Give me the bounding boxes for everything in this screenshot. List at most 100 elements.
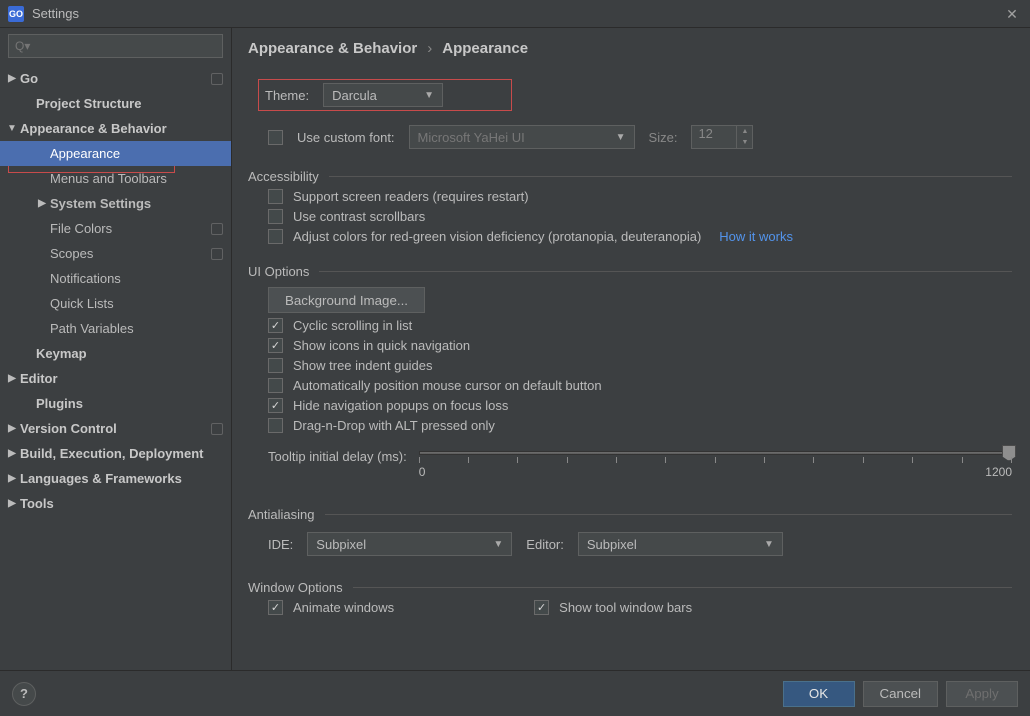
aa-editor-select[interactable]: Subpixel ▼: [578, 532, 783, 556]
use-custom-font-label: Use custom font:: [297, 130, 395, 145]
hide-popups-checkbox[interactable]: [268, 398, 283, 413]
section-accessibility: Accessibility: [248, 169, 1012, 184]
aa-editor-label: Editor:: [526, 537, 564, 552]
adjust-colors-checkbox[interactable]: [268, 229, 283, 244]
chevron-right-icon: ›: [427, 40, 432, 57]
show-toolbars-checkbox[interactable]: [534, 600, 549, 615]
help-button[interactable]: ?: [12, 682, 36, 706]
font-family-select[interactable]: Microsoft YaHei UI ▼: [409, 125, 635, 149]
tree-item-build[interactable]: ▶ Build, Execution, Deployment: [0, 441, 231, 466]
font-size-label: Size:: [649, 130, 678, 145]
tree-label: Build, Execution, Deployment: [20, 446, 203, 461]
theme-value: Darcula: [332, 88, 377, 103]
chevron-down-icon: ▼: [493, 539, 503, 550]
font-size-input[interactable]: 12: [691, 125, 737, 149]
animate-windows-label: Animate windows: [293, 600, 394, 615]
tree-item-version-control[interactable]: ▶ Version Control: [0, 416, 231, 441]
adjust-colors-label: Adjust colors for red-green vision defic…: [293, 229, 701, 244]
tree-item-quick-lists[interactable]: Quick Lists: [0, 291, 231, 316]
tree-label: Quick Lists: [50, 296, 114, 311]
tree-label: Go: [20, 71, 38, 86]
show-toolbars-label: Show tool window bars: [559, 600, 692, 615]
settings-sidebar: ▶ Go Project Structure ▼ Appearance & Be…: [0, 28, 232, 670]
tree-label: Languages & Frameworks: [20, 471, 182, 486]
font-size-stepper[interactable]: ▲▼: [737, 125, 753, 149]
quicknav-icons-label: Show icons in quick navigation: [293, 338, 470, 353]
dnd-alt-checkbox[interactable]: [268, 418, 283, 433]
tooltip-delay-slider[interactable]: 0 1200: [419, 447, 1012, 477]
auto-cursor-checkbox[interactable]: [268, 378, 283, 393]
breadcrumb-current: Appearance: [442, 40, 528, 57]
tree-label: Menus and Toolbars: [50, 171, 167, 186]
cyclic-scrolling-checkbox[interactable]: [268, 318, 283, 333]
apply-button[interactable]: Apply: [946, 681, 1018, 707]
settings-tree: ▶ Go Project Structure ▼ Appearance & Be…: [0, 66, 231, 516]
cancel-button[interactable]: Cancel: [863, 681, 939, 707]
tree-label: Notifications: [50, 271, 121, 286]
theme-highlight-box: Theme: Darcula ▼: [258, 79, 512, 111]
tree-item-lang-fw[interactable]: ▶ Languages & Frameworks: [0, 466, 231, 491]
aa-ide-select[interactable]: Subpixel ▼: [307, 532, 512, 556]
close-icon[interactable]: ✕: [1002, 4, 1022, 24]
section-title-text: Accessibility: [248, 169, 319, 184]
settings-main-panel: Appearance & Behavior › Appearance Theme…: [232, 28, 1030, 670]
tree-label: File Colors: [50, 221, 112, 236]
tree-label: Version Control: [20, 421, 117, 436]
titlebar: GO Settings ✕: [0, 0, 1030, 28]
tree-label: Tools: [20, 496, 54, 511]
tree-item-editor[interactable]: ▶ Editor: [0, 366, 231, 391]
auto-cursor-label: Automatically position mouse cursor on d…: [293, 378, 602, 393]
tree-item-path-variables[interactable]: Path Variables: [0, 316, 231, 341]
aa-ide-value: Subpixel: [316, 537, 366, 552]
section-ui-options: UI Options: [248, 264, 1012, 279]
tree-label: Path Variables: [50, 321, 134, 336]
theme-select[interactable]: Darcula ▼: [323, 83, 443, 107]
how-it-works-link[interactable]: How it works: [719, 229, 793, 244]
chevron-down-icon: ▼: [616, 132, 626, 143]
tree-label: Editor: [20, 371, 58, 386]
tree-item-notifications[interactable]: Notifications: [0, 266, 231, 291]
project-settings-icon: [211, 248, 223, 260]
use-custom-font-checkbox[interactable]: [268, 130, 283, 145]
tree-item-appearance[interactable]: Appearance: [0, 141, 231, 166]
tree-item-project-structure[interactable]: Project Structure: [0, 91, 231, 116]
tree-item-menus-toolbars[interactable]: Menus and Toolbars: [0, 166, 231, 191]
slider-max: 1200: [985, 465, 1012, 479]
tree-label: Appearance: [50, 146, 120, 161]
project-settings-icon: [211, 73, 223, 85]
breadcrumb-parent: Appearance & Behavior: [248, 40, 417, 57]
tooltip-delay-label: Tooltip initial delay (ms):: [268, 449, 407, 464]
chevron-right-icon: ▶: [6, 498, 18, 509]
font-family-value: Microsoft YaHei UI: [418, 130, 525, 145]
tree-item-scopes[interactable]: Scopes: [0, 241, 231, 266]
tree-item-system-settings[interactable]: ▶ System Settings: [0, 191, 231, 216]
theme-label: Theme:: [265, 88, 309, 103]
tree-label: Keymap: [36, 346, 87, 361]
tree-item-plugins[interactable]: Plugins: [0, 391, 231, 416]
tree-item-keymap[interactable]: Keymap: [0, 341, 231, 366]
background-image-button[interactable]: Background Image...: [268, 287, 425, 313]
project-settings-icon: [211, 223, 223, 235]
tree-indent-label: Show tree indent guides: [293, 358, 432, 373]
screen-readers-checkbox[interactable]: [268, 189, 283, 204]
section-title-text: Window Options: [248, 580, 343, 595]
tree-item-appearance-behavior[interactable]: ▼ Appearance & Behavior: [0, 116, 231, 141]
section-antialiasing: Antialiasing: [248, 507, 1012, 522]
chevron-down-icon: ▼: [424, 90, 434, 101]
ok-button[interactable]: OK: [783, 681, 855, 707]
breadcrumb: Appearance & Behavior › Appearance: [248, 40, 1012, 57]
dialog-footer: ? OK Cancel Apply: [0, 670, 1030, 716]
search-input[interactable]: [8, 34, 223, 58]
chevron-right-icon: ▶: [6, 423, 18, 434]
window-title: Settings: [32, 6, 79, 21]
tree-indent-checkbox[interactable]: [268, 358, 283, 373]
contrast-scrollbars-checkbox[interactable]: [268, 209, 283, 224]
tree-item-go[interactable]: ▶ Go: [0, 66, 231, 91]
section-title-text: Antialiasing: [248, 507, 315, 522]
animate-windows-checkbox[interactable]: [268, 600, 283, 615]
app-logo-icon: GO: [8, 6, 24, 22]
tree-item-tools[interactable]: ▶ Tools: [0, 491, 231, 516]
tree-item-file-colors[interactable]: File Colors: [0, 216, 231, 241]
contrast-scrollbars-label: Use contrast scrollbars: [293, 209, 425, 224]
quicknav-icons-checkbox[interactable]: [268, 338, 283, 353]
